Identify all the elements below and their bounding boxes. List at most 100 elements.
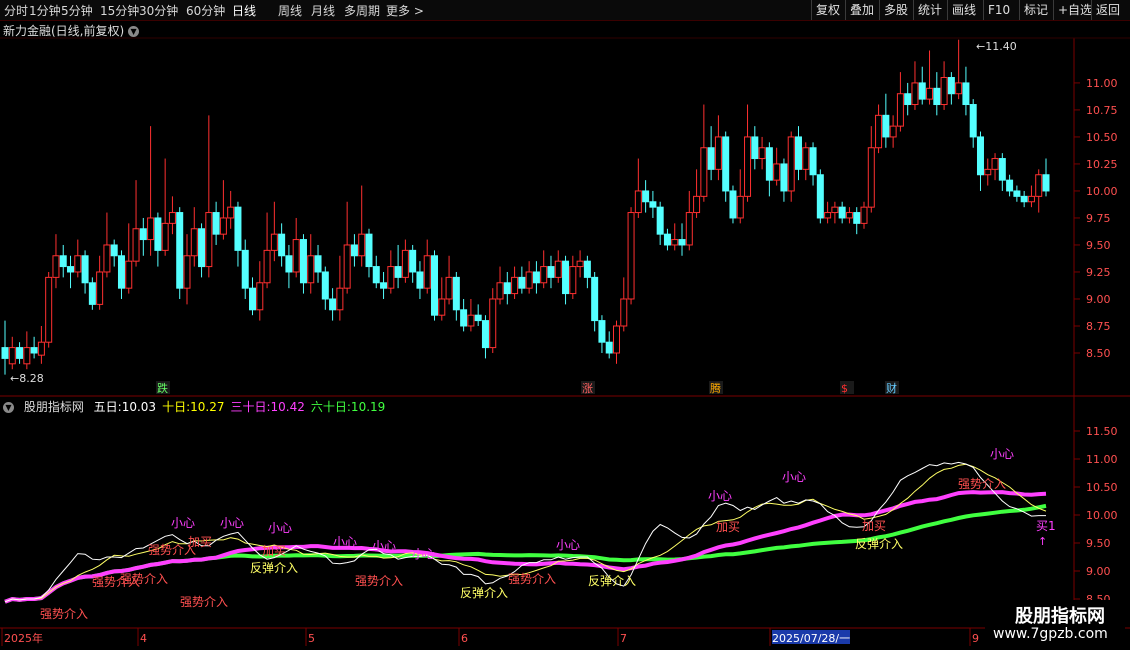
- candle-body: [198, 228, 206, 268]
- candle-body: [642, 190, 650, 203]
- candle-body: [452, 276, 460, 311]
- candle-body: [773, 163, 781, 181]
- candle-body: [409, 249, 417, 273]
- candle-body: [147, 217, 155, 241]
- date-label: 2025/07/28/一: [772, 632, 850, 645]
- candle-body: [241, 249, 249, 289]
- candle-body: [518, 276, 526, 289]
- candle-body: [336, 287, 344, 311]
- candle-body: [321, 271, 329, 300]
- signal-strong: 强势介入: [355, 574, 403, 588]
- candle-body: [627, 212, 635, 300]
- candle-body: [460, 309, 468, 327]
- price-tick-label: 10.25: [1086, 158, 1118, 171]
- candle-body: [904, 93, 912, 106]
- candle-body: [765, 147, 773, 181]
- brand-name: 股朋指标网: [1015, 606, 1105, 627]
- brand-url: www.7gpzb.com: [993, 626, 1108, 642]
- candle-body: [969, 104, 977, 138]
- candle-body: [503, 282, 511, 295]
- signal-careful: 小心: [333, 535, 357, 549]
- candle-body: [23, 347, 31, 365]
- candle-body: [649, 201, 657, 208]
- price-tick-label: 9.00: [1086, 293, 1111, 306]
- ind-tick-label: 10.50: [1086, 481, 1118, 494]
- candle-body: [809, 147, 817, 176]
- candle-body: [853, 212, 861, 224]
- candle-body: [998, 158, 1006, 181]
- candle-body: [933, 87, 941, 106]
- candle-body: [481, 320, 489, 349]
- candle-body: [81, 255, 89, 284]
- candle-body: [401, 249, 409, 278]
- signal-buy: 买1: [1036, 519, 1056, 533]
- date-label: 7: [620, 632, 627, 645]
- candle-body: [918, 82, 926, 100]
- candle-body: [525, 271, 533, 289]
- candle-body: [889, 125, 897, 138]
- candle-body: [911, 82, 919, 106]
- date-label: 4: [140, 632, 147, 645]
- candle-body: [67, 266, 75, 273]
- candle-body: [955, 82, 963, 95]
- candle-body: [358, 233, 366, 257]
- signal-careful: 小心: [372, 539, 396, 553]
- candle-body: [496, 282, 504, 300]
- candle-body: [234, 206, 242, 251]
- candle-body: [372, 266, 380, 284]
- candle-body: [722, 136, 730, 192]
- candle-body: [278, 233, 286, 257]
- candle-body: [816, 174, 824, 219]
- signal-careful: 小心: [782, 470, 806, 484]
- date-label: 6: [461, 632, 468, 645]
- max-price-label: ←11.40: [976, 40, 1017, 53]
- candle-body: [350, 244, 358, 257]
- candle-body: [780, 163, 788, 192]
- indicator-name[interactable]: 股朋指标网: [24, 400, 84, 414]
- candle-body: [387, 266, 395, 289]
- ma-value-2: 三十日:10.42: [230, 400, 305, 414]
- candle-body: [605, 341, 613, 354]
- candle-body: [474, 314, 482, 322]
- price-tick-label: 8.75: [1086, 320, 1111, 333]
- candle-body: [882, 114, 890, 138]
- candle-body: [620, 298, 628, 327]
- candle-body: [562, 260, 570, 295]
- candle-body: [343, 244, 351, 289]
- candle-body: [263, 249, 271, 284]
- candle-body: [365, 233, 373, 268]
- candle-body: [569, 266, 577, 295]
- price-tick-label: 10.50: [1086, 131, 1118, 144]
- candle-body: [576, 260, 584, 268]
- date-label: 2025年: [4, 631, 43, 645]
- candle-body: [1027, 195, 1035, 203]
- candle-body: [663, 233, 671, 246]
- candle-body: [190, 228, 198, 257]
- candle-body: [88, 282, 96, 305]
- candle-body: [205, 212, 213, 268]
- signal-strong: 强势介入: [120, 572, 168, 586]
- signal-careful: 小心: [220, 516, 244, 530]
- ind-tick-label: 11.50: [1086, 425, 1118, 438]
- candle-body: [984, 168, 992, 176]
- candle-body: [591, 276, 599, 322]
- candle-body: [1, 347, 9, 359]
- candle-body: [532, 271, 540, 284]
- candle-body: [685, 212, 693, 246]
- candle-body: [292, 239, 300, 273]
- candle-body: [875, 114, 883, 149]
- candle-body: [30, 347, 38, 354]
- candle-body: [547, 266, 555, 278]
- chevron-down-icon[interactable]: ▼: [3, 402, 14, 413]
- ind-tick-label: 11.00: [1086, 453, 1118, 466]
- candle-body: [59, 255, 67, 268]
- signal-strong: 强势介入: [180, 595, 228, 609]
- candle-body: [612, 325, 620, 354]
- candle-body: [1013, 190, 1021, 197]
- candle-body: [256, 282, 264, 311]
- candle-body: [394, 266, 402, 278]
- signal-careful: 小心: [412, 547, 436, 561]
- candle-body: [227, 206, 235, 219]
- candle-body: [671, 239, 679, 246]
- event-marker: 腾: [710, 381, 721, 395]
